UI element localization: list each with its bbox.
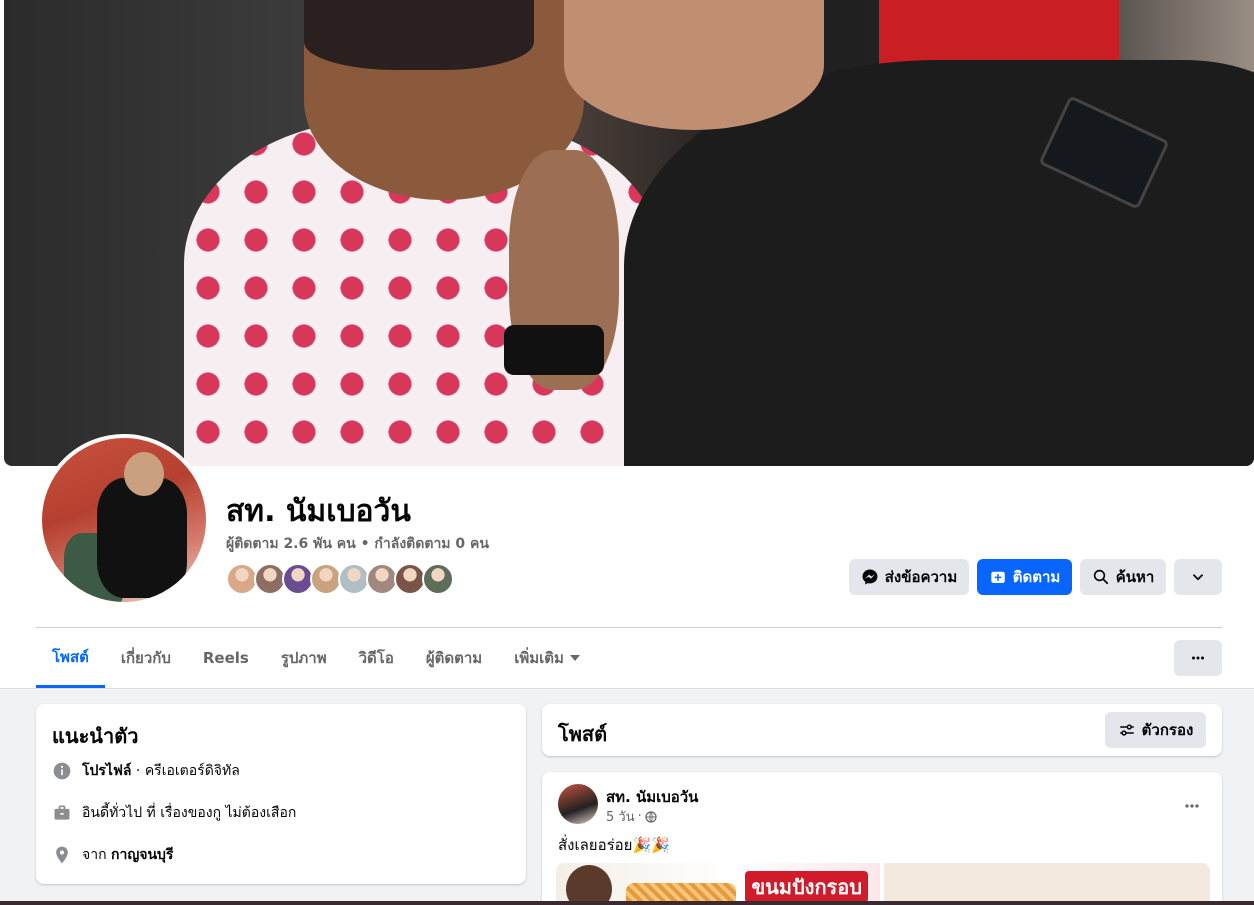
ellipsis-icon <box>1185 804 1199 808</box>
intro-bio-row: อินดี้ทั่วไป ที่ เรื่องของกู ไม่ต้องเสือ… <box>52 802 296 824</box>
cover-photo[interactable] <box>4 0 1254 466</box>
intro-profile-label: โปรไฟล์ <box>82 763 132 779</box>
message-button[interactable]: ส่งข้อความ <box>849 559 969 595</box>
posts-header-card: โพสต์ ตัวกรอง <box>542 704 1222 756</box>
follower-avatar[interactable] <box>422 563 454 595</box>
location-pin-icon <box>56 846 68 864</box>
post-text: สั่งเลยอร่อย🎉🎉 <box>558 836 670 854</box>
more-profile-options-button[interactable] <box>1174 559 1222 595</box>
post-image-2[interactable] <box>884 863 1210 905</box>
tab-about-label: เกี่ยวกับ <box>120 649 171 667</box>
briefcase-icon <box>54 805 70 820</box>
intro-location: จาก กาญจนบุรี <box>82 844 173 866</box>
posts-title: โพสต์ <box>558 722 608 746</box>
tab-posts-label: โพสต์ <box>52 647 89 666</box>
tab-followers-label: ผู้ติดตาม <box>425 649 483 667</box>
post-meta: 5 วัน · <box>606 806 657 827</box>
tab-posts[interactable]: โพสต์ <box>36 628 105 688</box>
search-button[interactable]: ค้นหา <box>1080 559 1166 595</box>
ellipsis-icon <box>1192 656 1204 660</box>
profile-tabs: โพสต์ เกี่ยวกับ Reels รูปภาพ วิดีโอ ผู้ต… <box>36 628 596 688</box>
tab-photos[interactable]: รูปภาพ <box>265 628 343 688</box>
search-button-label: ค้นหา <box>1115 568 1155 586</box>
intro-bio: อินดี้ทั่วไป ที่ เรื่องของกู ไม่ต้องเสือ… <box>82 805 297 821</box>
tab-reels[interactable]: Reels <box>187 628 265 688</box>
info-icon <box>53 762 71 780</box>
post-image-title: ขนมปังกรอบ <box>745 871 868 903</box>
tab-more-label: เพิ่มเติม <box>514 649 564 667</box>
cartoon-sticker <box>566 865 612 905</box>
search-icon <box>1093 569 1109 585</box>
intro-title: แนะนำตัว <box>52 724 139 748</box>
intro-profile-category: · ครีเอเตอร์ดิจิทัล <box>131 763 240 779</box>
profile-page: สท. นัมเบอวัน ผู้ติดตาม 2.6 พัน คน • กำล… <box>0 0 1254 905</box>
globe-icon[interactable] <box>645 810 657 823</box>
intro-from-place[interactable]: กาญจนบุรี <box>111 847 173 863</box>
post-card: สท. นัมเบอวัน 5 วัน · สั่งเลยอร่อย🎉🎉 ขนม… <box>542 772 1222 905</box>
tab-videos-label: วิดีโอ <box>358 649 394 667</box>
filter-button[interactable]: ตัวกรอง <box>1105 712 1206 748</box>
post-options-button[interactable] <box>1174 788 1210 824</box>
filter-button-label: ตัวกรอง <box>1141 721 1194 739</box>
follow-button[interactable]: ติดตาม <box>977 559 1072 595</box>
meta-separator: · <box>637 809 642 824</box>
bottom-edge <box>0 901 1254 905</box>
chevron-down-icon <box>1192 574 1204 581</box>
tab-videos[interactable]: วิดีโอ <box>343 628 410 688</box>
tab-about[interactable]: เกี่ยวกับ <box>105 628 187 688</box>
caret-down-icon <box>569 655 580 661</box>
intro-profile-row: โปรไฟล์ · ครีเอเตอร์ดิจิทัล <box>52 760 240 782</box>
tab-more[interactable]: เพิ่มเติม <box>498 628 596 688</box>
profile-name: สท. นัมเบอวัน <box>226 494 411 529</box>
intro-card: แนะนำตัว โปรไฟล์ · ครีเอเตอร์ดิจิทัล อิน… <box>36 704 526 884</box>
post-image-1[interactable]: ขนมปังกรอบ <box>556 863 880 905</box>
tab-photos-label: รูปภาพ <box>280 649 327 667</box>
intro-profile-text: โปรไฟล์ · ครีเอเตอร์ดิจิทัล <box>82 760 240 782</box>
post-author-avatar[interactable] <box>558 784 598 824</box>
tab-followers[interactable]: ผู้ติดตาม <box>410 628 498 688</box>
profile-avatar[interactable] <box>38 434 210 606</box>
follow-button-label: ติดตาม <box>1012 568 1061 586</box>
intro-from-prefix: จาก <box>82 847 111 863</box>
post-time[interactable]: 5 วัน <box>606 806 635 827</box>
follower-avatars[interactable] <box>226 563 454 595</box>
tab-reels-label: Reels <box>202 649 249 667</box>
profile-stats[interactable]: ผู้ติดตาม 2.6 พัน คน • กำลังติดตาม 0 คน <box>226 533 489 555</box>
tabs-more-button[interactable] <box>1174 640 1222 676</box>
follow-icon <box>990 571 1005 583</box>
message-button-label: ส่งข้อความ <box>884 568 958 586</box>
messenger-icon <box>862 569 878 585</box>
intro-location-row: จาก กาญจนบุรี <box>52 844 173 866</box>
filter-icon <box>1119 724 1134 736</box>
